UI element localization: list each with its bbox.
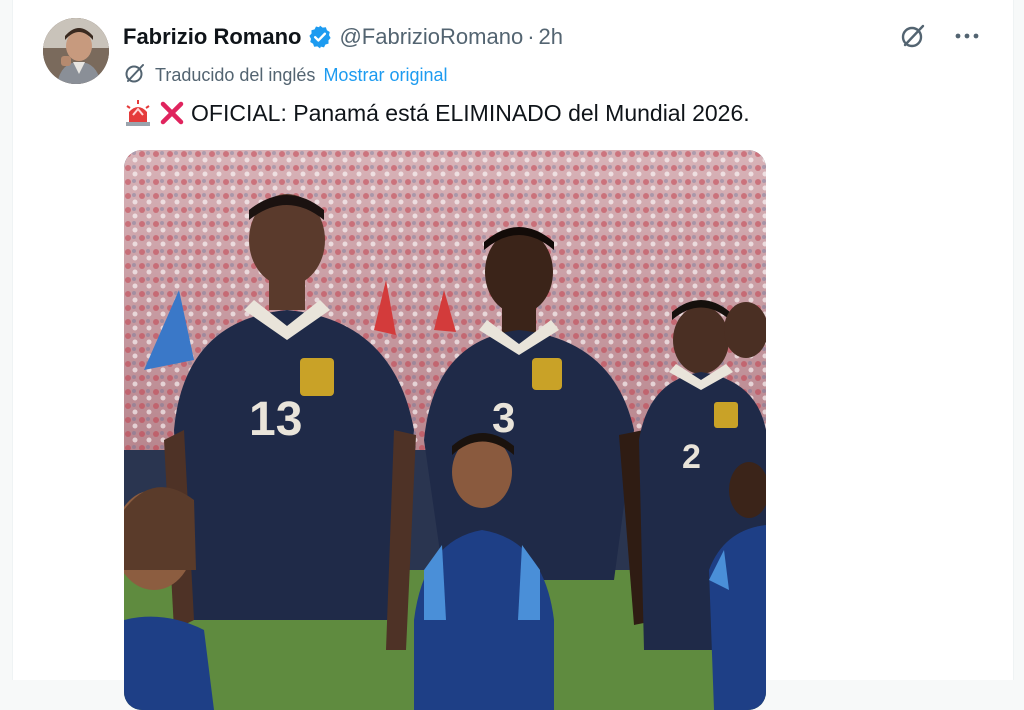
author-name[interactable]: Fabrizio Romano (123, 24, 301, 50)
cross-mark-emoji (157, 98, 187, 128)
translation-bar: Traducido del inglés Mostrar original (123, 62, 447, 88)
tweet-actions (897, 20, 983, 52)
translated-label: Traducido del inglés (155, 64, 316, 85)
jersey-number-3: 3 (492, 394, 515, 441)
tweet-header: Fabrizio Romano @FabrizioRomano · 2h (123, 22, 563, 52)
author-handle[interactable]: @FabrizioRomano (339, 24, 523, 50)
tweet-card[interactable]: Fabrizio Romano @FabrizioRomano · 2h Tra… (12, 0, 1014, 710)
avatar[interactable] (43, 18, 109, 84)
more-icon[interactable] (951, 20, 983, 52)
tweet-body: OFICIAL: Panamá está ELIMINADO del Mundi… (123, 96, 750, 130)
verified-badge-icon (307, 24, 333, 50)
grok-icon[interactable] (897, 20, 929, 52)
tweet-media-photo[interactable]: 13 3 2 (124, 150, 766, 710)
jersey-number-2: 2 (682, 438, 701, 476)
page-frame: Fabrizio Romano @FabrizioRomano · 2h Tra… (0, 0, 1024, 710)
timestamp[interactable]: 2h (539, 24, 563, 50)
tweet-text: OFICIAL: Panamá está ELIMINADO del Mundi… (191, 99, 750, 126)
jersey-number-13: 13 (249, 393, 302, 446)
show-original-link[interactable]: Mostrar original (323, 65, 447, 86)
separator-dot: · (527, 24, 535, 49)
siren-emoji (123, 98, 153, 128)
translate-icon (123, 61, 147, 90)
